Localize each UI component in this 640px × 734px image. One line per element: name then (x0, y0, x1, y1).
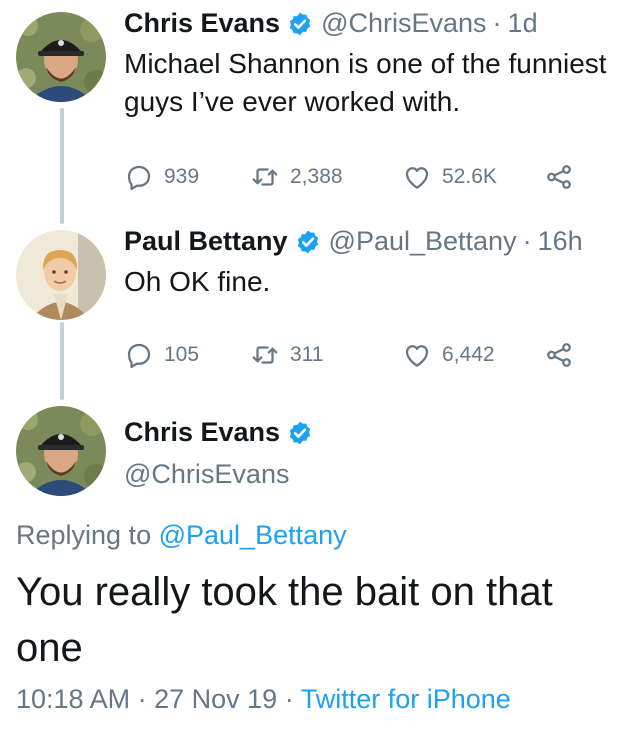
retweet-button[interactable]: 311 (250, 340, 402, 370)
like-count: 52.6K (442, 165, 497, 188)
share-icon (544, 340, 574, 370)
replying-prefix: Replying to (16, 520, 152, 550)
main-tweet-text: You really took the bait on that one (16, 570, 553, 670)
share-button[interactable] (544, 162, 574, 192)
tweet-meta: 10:18 AM · 27 Nov 19 · Twitter for iPhon… (16, 684, 511, 715)
share-icon (544, 162, 574, 192)
tweet-header: Chris Evans @ChrisEvans · 1d (124, 8, 538, 39)
separator-dot: · (522, 226, 532, 256)
retweet-count: 2,388 (290, 165, 343, 188)
retweet-icon (250, 340, 280, 370)
like-count: 6,442 (442, 343, 495, 366)
main-tweet-header: Chris Evans (124, 417, 321, 448)
tweet-text-line: Oh OK fine. (124, 266, 271, 297)
reply-icon (124, 162, 154, 192)
retweet-count: 311 (290, 343, 324, 366)
avatar-chris-evans-2[interactable] (16, 406, 106, 496)
timestamp[interactable]: 1d (508, 8, 538, 39)
tweet-date[interactable]: 27 Nov 19 (154, 684, 277, 714)
separator-dot: · (284, 684, 294, 714)
avatar-paul-bettany[interactable] (16, 230, 106, 320)
like-button[interactable]: 6,442 (402, 340, 544, 370)
like-icon (402, 340, 432, 370)
reply-count: 939 (164, 165, 200, 188)
like-button[interactable]: 52.6K (402, 162, 544, 192)
reply-icon (124, 340, 154, 370)
tweet-text: Michael Shannon is one of the funniest g… (124, 45, 607, 121)
reply-count: 105 (164, 343, 200, 366)
tweet-text: Oh OK fine. (124, 263, 270, 301)
tweet-text-line: Michael Shannon is one of the funniest (124, 48, 607, 79)
timestamp[interactable]: 16h (538, 226, 583, 257)
tweet-source-link[interactable]: Twitter for iPhone (301, 684, 511, 714)
thread-line-2 (60, 322, 64, 400)
thread-line-1 (60, 108, 64, 224)
verified-badge-icon (287, 11, 313, 37)
verified-badge-icon (295, 229, 321, 255)
display-name[interactable]: Paul Bettany (124, 226, 288, 257)
retweet-icon (250, 162, 280, 192)
avatar-chris-evans-1[interactable] (16, 12, 106, 102)
tweet-actions: 939 2,388 52.6K (124, 162, 574, 192)
reply-button[interactable]: 939 (124, 162, 250, 192)
share-button[interactable] (544, 340, 574, 370)
tweet-time[interactable]: 10:18 AM (16, 684, 130, 714)
tweet-header: Paul Bettany @Paul_Bettany · 16h (124, 226, 583, 257)
handle[interactable]: @Paul_Bettany (329, 226, 517, 257)
like-icon (402, 162, 432, 192)
handle[interactable]: @ChrisEvans (321, 8, 486, 39)
handle[interactable]: @ChrisEvans (124, 459, 289, 490)
display-name[interactable]: Chris Evans (124, 8, 280, 39)
tweet-text-line: guys I’ve ever worked with. (124, 86, 461, 117)
display-name[interactable]: Chris Evans (124, 417, 280, 448)
replying-to: Replying to @Paul_Bettany (16, 520, 347, 551)
separator-dot: · (137, 684, 147, 714)
separator-dot: · (492, 8, 502, 38)
retweet-button[interactable]: 2,388 (250, 162, 402, 192)
mention-link[interactable]: @Paul_Bettany (159, 520, 347, 550)
verified-badge-icon (287, 420, 313, 446)
reply-button[interactable]: 105 (124, 340, 250, 370)
tweet-actions: 105 311 6,442 (124, 340, 574, 370)
